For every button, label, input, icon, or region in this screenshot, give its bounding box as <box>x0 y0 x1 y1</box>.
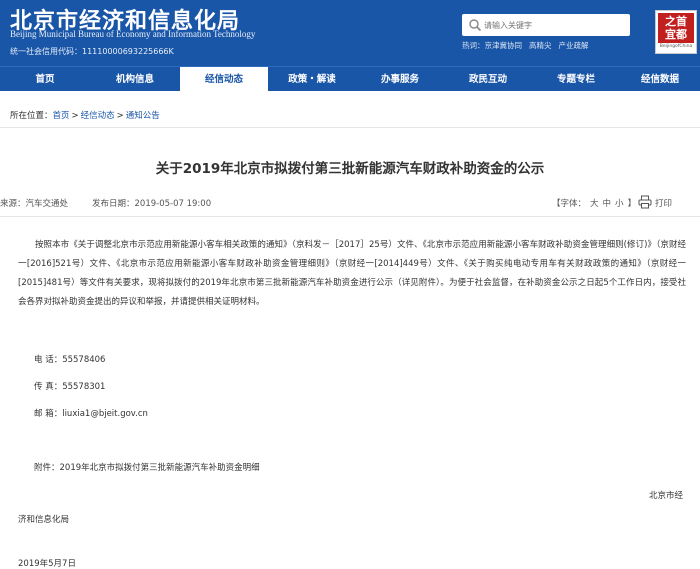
nav-item-home[interactable]: 首页 <box>0 67 90 92</box>
article-date: 发布日期：2019-05-07 19:00 <box>92 199 212 209</box>
print-button[interactable]: 打印 <box>655 197 672 209</box>
font-size-small[interactable]: 小 <box>615 199 624 209</box>
hot-word-cyss[interactable]: 产业疏解 <box>559 41 589 50</box>
nav-item-org-info[interactable]: 机构信息 <box>90 67 180 92</box>
attachment-link[interactable]: 附件：2019年北京市拟拨付第三批新能源汽车补助资金明细 <box>34 461 260 473</box>
hot-word-jjj[interactable]: 京津冀协同 <box>485 41 523 50</box>
contact-fax: 传 真：55578301 <box>34 382 106 392</box>
main-nav: 首页 机构信息 经信动态 政策・解读 办事服务 政民互动 专题专栏 经信数据 <box>0 66 700 92</box>
font-size-close: 】 <box>627 199 637 209</box>
search-icon[interactable] <box>468 18 482 32</box>
hot-words-label: 热词： <box>462 41 485 50</box>
breadcrumb-sep: > <box>116 111 124 121</box>
hot-words: 热词：京津冀协同 高精尖 产业疏解 <box>462 40 596 51</box>
article-source: 来源：汽车交通处 <box>0 199 69 209</box>
nav-item-services[interactable]: 办事服务 <box>356 67 444 92</box>
breadcrumb-sep: > <box>71 111 79 121</box>
font-size-label: 【字体： <box>552 199 587 209</box>
meta-divider <box>0 216 700 217</box>
nav-item-topics[interactable]: 专题专栏 <box>532 67 620 92</box>
article-meta: 来源：汽车交通处 发布日期：2019-05-07 19:00 【字体：大中小】 … <box>0 195 700 213</box>
breadcrumb-prefix: 所在位置： <box>10 111 53 121</box>
breadcrumb-notices[interactable]: 通知公告 <box>126 111 160 121</box>
article-title: 关于2019年北京市拟拨付第三批新能源汽车财政补助资金的公示 <box>155 161 545 177</box>
search-input[interactable] <box>484 16 624 34</box>
credit-code: 统一社会信用代码：11110000693225666K <box>10 47 174 56</box>
breadcrumb-news[interactable]: 经信动态 <box>81 111 115 121</box>
capital-seal-logo: 之首 宜都 BeijingofChina <box>655 10 697 54</box>
nav-item-policy[interactable]: 政策・解读 <box>268 67 356 92</box>
nav-item-data[interactable]: 经信数据 <box>620 67 700 92</box>
font-size-large[interactable]: 大 <box>590 199 599 209</box>
nav-item-news[interactable]: 经信动态 <box>180 67 268 92</box>
printer-icon[interactable] <box>638 195 652 209</box>
site-header: 北京市经济和信息化局 Beijing Municipal Bureau of E… <box>0 0 700 66</box>
breadcrumb-home[interactable]: 首页 <box>53 111 70 121</box>
signer-part-1: 北京市经 <box>649 491 684 501</box>
contact-phone: 电 话：55578406 <box>34 355 106 365</box>
article-body: 按照本市《关于调整北京市示范应用新能源小客车相关政策的通知》（京科发－［2017… <box>18 240 686 307</box>
contact-email: 邮 箱：liuxia1@bjeit.gov.cn <box>34 409 148 419</box>
hot-word-gjj[interactable]: 高精尖 <box>529 41 552 50</box>
search-box[interactable] <box>462 14 630 36</box>
breadcrumb-bar: 所在位置：首页 > 经信动态 > 通知公告 <box>0 100 700 128</box>
nav-item-interaction[interactable]: 政民互动 <box>444 67 532 92</box>
site-logo-english: Beijing Municipal Bureau of Economy and … <box>10 29 256 39</box>
font-size-medium[interactable]: 中 <box>603 199 612 209</box>
sign-date: 2019年5月7日 <box>18 559 76 569</box>
breadcrumb: 所在位置：首页 > 经信动态 > 通知公告 <box>10 109 160 121</box>
font-size-control: 【字体：大中小】 <box>552 197 636 209</box>
signer-part-2: 济和信息化局 <box>18 515 70 525</box>
seal-emblem: 之首 宜都 <box>658 13 694 43</box>
seal-caption: BeijingofChina <box>659 44 693 49</box>
